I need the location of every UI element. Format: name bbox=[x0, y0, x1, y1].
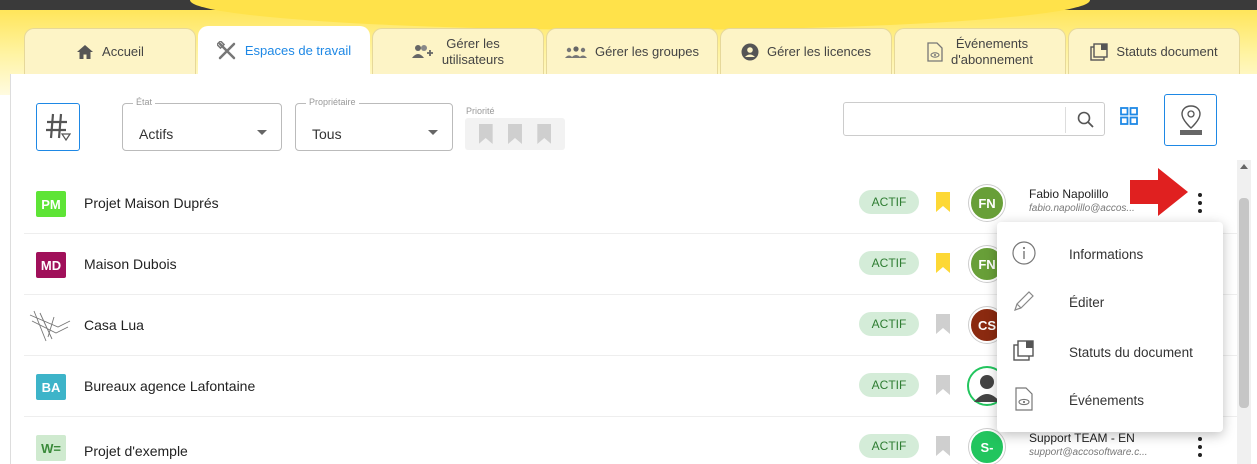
bookmark-icon[interactable] bbox=[478, 124, 493, 144]
tab-gerer-utilisateurs[interactable]: Gérer les utilisateurs bbox=[372, 28, 544, 74]
document-status-icon bbox=[1011, 338, 1037, 369]
main-tabs: Accueil Espaces de travail Gérer les util… bbox=[24, 26, 1242, 74]
tab-label-line1: Gérer les bbox=[446, 35, 500, 51]
sketch-thumbnail bbox=[28, 307, 72, 345]
tab-label: Gérer les groupes bbox=[594, 44, 700, 59]
menu-item-informations[interactable]: Informations bbox=[997, 230, 1223, 278]
etat-label: État bbox=[133, 97, 156, 107]
map-pin-icon bbox=[1179, 105, 1202, 135]
tab-gerer-groupes[interactable]: Gérer les groupes bbox=[546, 28, 718, 74]
tab-accueil[interactable]: Accueil bbox=[24, 28, 196, 74]
map-view-button[interactable] bbox=[1164, 94, 1217, 146]
bookmark-icon[interactable] bbox=[936, 192, 950, 212]
workspace-name: Projet Maison Duprés bbox=[84, 195, 219, 211]
status-badge: ACTIF bbox=[859, 251, 919, 275]
proprietaire-label: Propriétaire bbox=[306, 97, 359, 107]
chevron-down-icon bbox=[257, 130, 267, 135]
menu-item-editer[interactable]: Éditer bbox=[997, 278, 1223, 326]
home-icon bbox=[76, 44, 94, 60]
etat-value: Actifs bbox=[139, 126, 174, 142]
proprietaire-value: Tous bbox=[312, 126, 342, 142]
tab-label: Gérer les licences bbox=[766, 44, 872, 59]
account-icon bbox=[741, 43, 759, 61]
search-input[interactable] bbox=[843, 102, 1105, 136]
scrollbar[interactable] bbox=[1237, 160, 1251, 464]
search-divider bbox=[1065, 107, 1066, 133]
bookmark-icon[interactable] bbox=[537, 124, 552, 144]
search-icon[interactable] bbox=[1077, 111, 1094, 133]
bookmark-icon[interactable] bbox=[507, 124, 522, 144]
tab-label: Gérer les utilisateurs bbox=[442, 36, 504, 68]
workspace-avatar: BA bbox=[36, 374, 66, 400]
workspace-name: Bureaux agence Lafontaine bbox=[84, 378, 256, 394]
tab-label: Accueil bbox=[102, 44, 144, 59]
tab-label: Événements d'abonnement bbox=[951, 36, 1033, 68]
workspace-name: Casa Lua bbox=[84, 317, 144, 333]
document-eye-icon bbox=[927, 41, 943, 62]
menu-item-evenements[interactable]: Événements bbox=[997, 376, 1223, 424]
workspace-avatar: W= bbox=[36, 435, 66, 461]
document-eye-icon bbox=[1011, 386, 1037, 417]
tab-evenements-abonnement[interactable]: Événements d'abonnement bbox=[894, 28, 1066, 74]
bookmark-icon[interactable] bbox=[936, 253, 950, 273]
owner-avatar: S- bbox=[969, 429, 1005, 464]
tab-gerer-licences[interactable]: Gérer les licences bbox=[720, 28, 892, 74]
menu-label: Statuts du document bbox=[1069, 345, 1193, 360]
menu-item-statuts-document[interactable]: Statuts du document bbox=[997, 328, 1223, 376]
tab-label-line2: utilisateurs bbox=[441, 51, 505, 67]
menu-label: Informations bbox=[1069, 247, 1144, 262]
menu-label: Événements bbox=[1069, 393, 1145, 408]
red-arrow-annotation bbox=[1128, 166, 1192, 223]
priorite-label: Priorité bbox=[466, 106, 495, 116]
etat-select[interactable]: État Actifs bbox=[122, 97, 282, 151]
bookmark-icon[interactable] bbox=[936, 436, 950, 456]
grid-view-icon[interactable] bbox=[1120, 107, 1138, 130]
tab-label: Statuts document bbox=[1116, 44, 1218, 59]
more-options-icon[interactable] bbox=[1196, 191, 1204, 215]
hashtag-filter-button[interactable] bbox=[36, 103, 80, 151]
tools-icon bbox=[216, 40, 237, 61]
owner-email: support@accosoftware.c... bbox=[1029, 447, 1148, 458]
bookmark-icon[interactable] bbox=[936, 314, 950, 334]
add-user-icon bbox=[411, 44, 434, 60]
chevron-down-icon bbox=[428, 130, 438, 135]
tab-statuts-document[interactable]: Statuts document bbox=[1068, 28, 1240, 74]
workspace-avatar: PM bbox=[36, 191, 66, 217]
owner-name: Support TEAM - EN bbox=[1029, 431, 1135, 445]
workspace-avatar: MD bbox=[36, 252, 66, 278]
status-badge: ACTIF bbox=[859, 190, 919, 214]
document-status-icon bbox=[1090, 42, 1109, 61]
tab-label-line2: d'abonnement bbox=[951, 51, 1033, 67]
workspace-name: Maison Dubois bbox=[84, 256, 177, 272]
scroll-up-arrow[interactable] bbox=[1240, 164, 1248, 169]
priority-filter bbox=[465, 118, 565, 150]
tab-espaces-de-travail[interactable]: Espaces de travail bbox=[198, 26, 370, 74]
workspace-name: Projet d'exemple bbox=[84, 443, 188, 459]
info-icon bbox=[1011, 240, 1037, 271]
hashtag-icon bbox=[46, 113, 71, 142]
owner-avatar: FN bbox=[969, 185, 1005, 221]
status-badge: ACTIF bbox=[859, 312, 919, 336]
pencil-icon bbox=[1011, 288, 1037, 319]
scroll-thumb[interactable] bbox=[1239, 198, 1249, 408]
owner-email: fabio.napolillo@accos... bbox=[1029, 203, 1135, 214]
menu-label: Éditer bbox=[1069, 295, 1105, 310]
status-badge: ACTIF bbox=[859, 373, 919, 397]
proprietaire-select[interactable]: Propriétaire Tous bbox=[295, 97, 453, 151]
more-options-icon[interactable] bbox=[1196, 435, 1204, 459]
tab-label: Espaces de travail bbox=[244, 43, 352, 58]
owner-name: Fabio Napolillo bbox=[1029, 187, 1109, 201]
row-context-menu: Informations Éditer Statuts du document … bbox=[997, 222, 1223, 432]
group-icon bbox=[564, 45, 587, 59]
bookmark-icon[interactable] bbox=[936, 375, 950, 395]
status-badge: ACTIF bbox=[859, 434, 919, 458]
tab-label-line1: Événements bbox=[955, 35, 1029, 51]
